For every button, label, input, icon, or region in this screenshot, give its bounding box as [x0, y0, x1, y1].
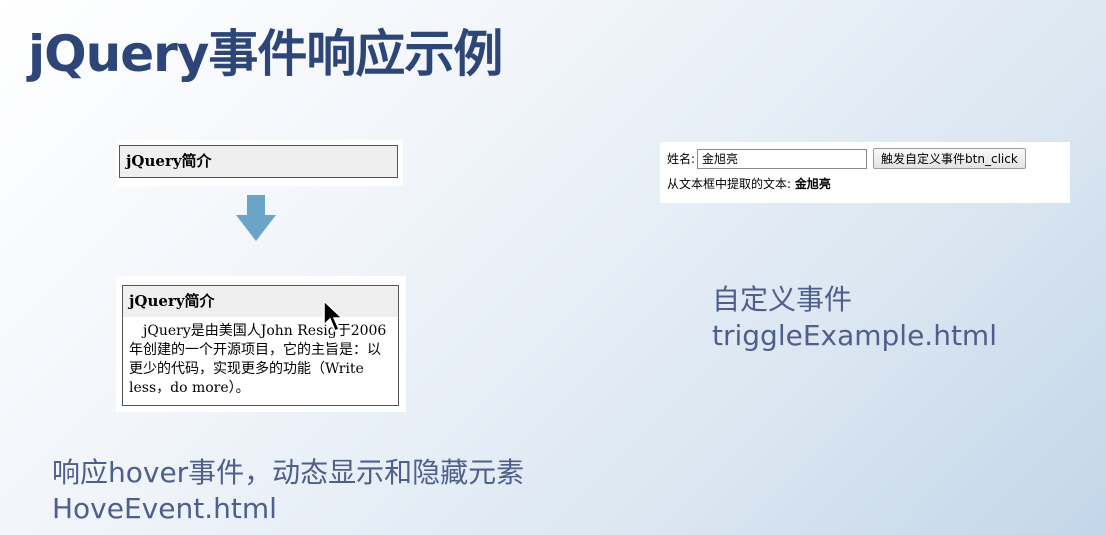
- extract-label: 从文本框中提取的文本:: [667, 177, 792, 191]
- custom-event-panel: 姓名: 触发自定义事件btn_click 从文本框中提取的文本: 金旭亮: [660, 142, 1070, 203]
- hover-demo-collapsed-panel: jQuery简介: [116, 140, 403, 186]
- hover-caption-line1: 响应hover事件，动态显示和隐藏元素: [52, 456, 525, 489]
- hover-demo-caption: 响应hover事件，动态显示和隐藏元素 HoveEvent.html: [52, 455, 524, 527]
- custom-caption-line1: 自定义事件: [712, 283, 853, 316]
- name-row: 姓名: 触发自定义事件btn_click: [667, 148, 1026, 169]
- custom-event-caption: 自定义事件 triggleExample.html: [712, 282, 997, 354]
- hover-demo-expanded-panel: jQuery简介 jQuery是由美国人John Resig于2006年创建的一…: [116, 276, 406, 412]
- extract-value: 金旭亮: [794, 177, 831, 191]
- name-label: 姓名:: [667, 152, 696, 166]
- collapsed-box-header[interactable]: jQuery简介: [119, 145, 398, 178]
- expanded-box[interactable]: jQuery简介 jQuery是由美国人John Resig于2006年创建的一…: [122, 285, 399, 406]
- custom-caption-line2: triggleExample.html: [712, 319, 997, 352]
- trigger-custom-event-button[interactable]: 触发自定义事件btn_click: [873, 148, 1026, 169]
- slide-title: jQuery事件响应示例: [28, 25, 503, 83]
- extracted-text-row: 从文本框中提取的文本: 金旭亮: [667, 175, 831, 192]
- down-arrow-icon: [236, 195, 276, 241]
- name-input[interactable]: [697, 148, 868, 169]
- expanded-box-body: jQuery是由美国人John Resig于2006年创建的一个开源项目，它的主…: [129, 323, 387, 396]
- mouse-pointer-icon: [323, 300, 344, 333]
- hover-caption-line2: HoveEvent.html: [52, 492, 277, 525]
- expanded-box-header[interactable]: jQuery简介: [123, 286, 398, 317]
